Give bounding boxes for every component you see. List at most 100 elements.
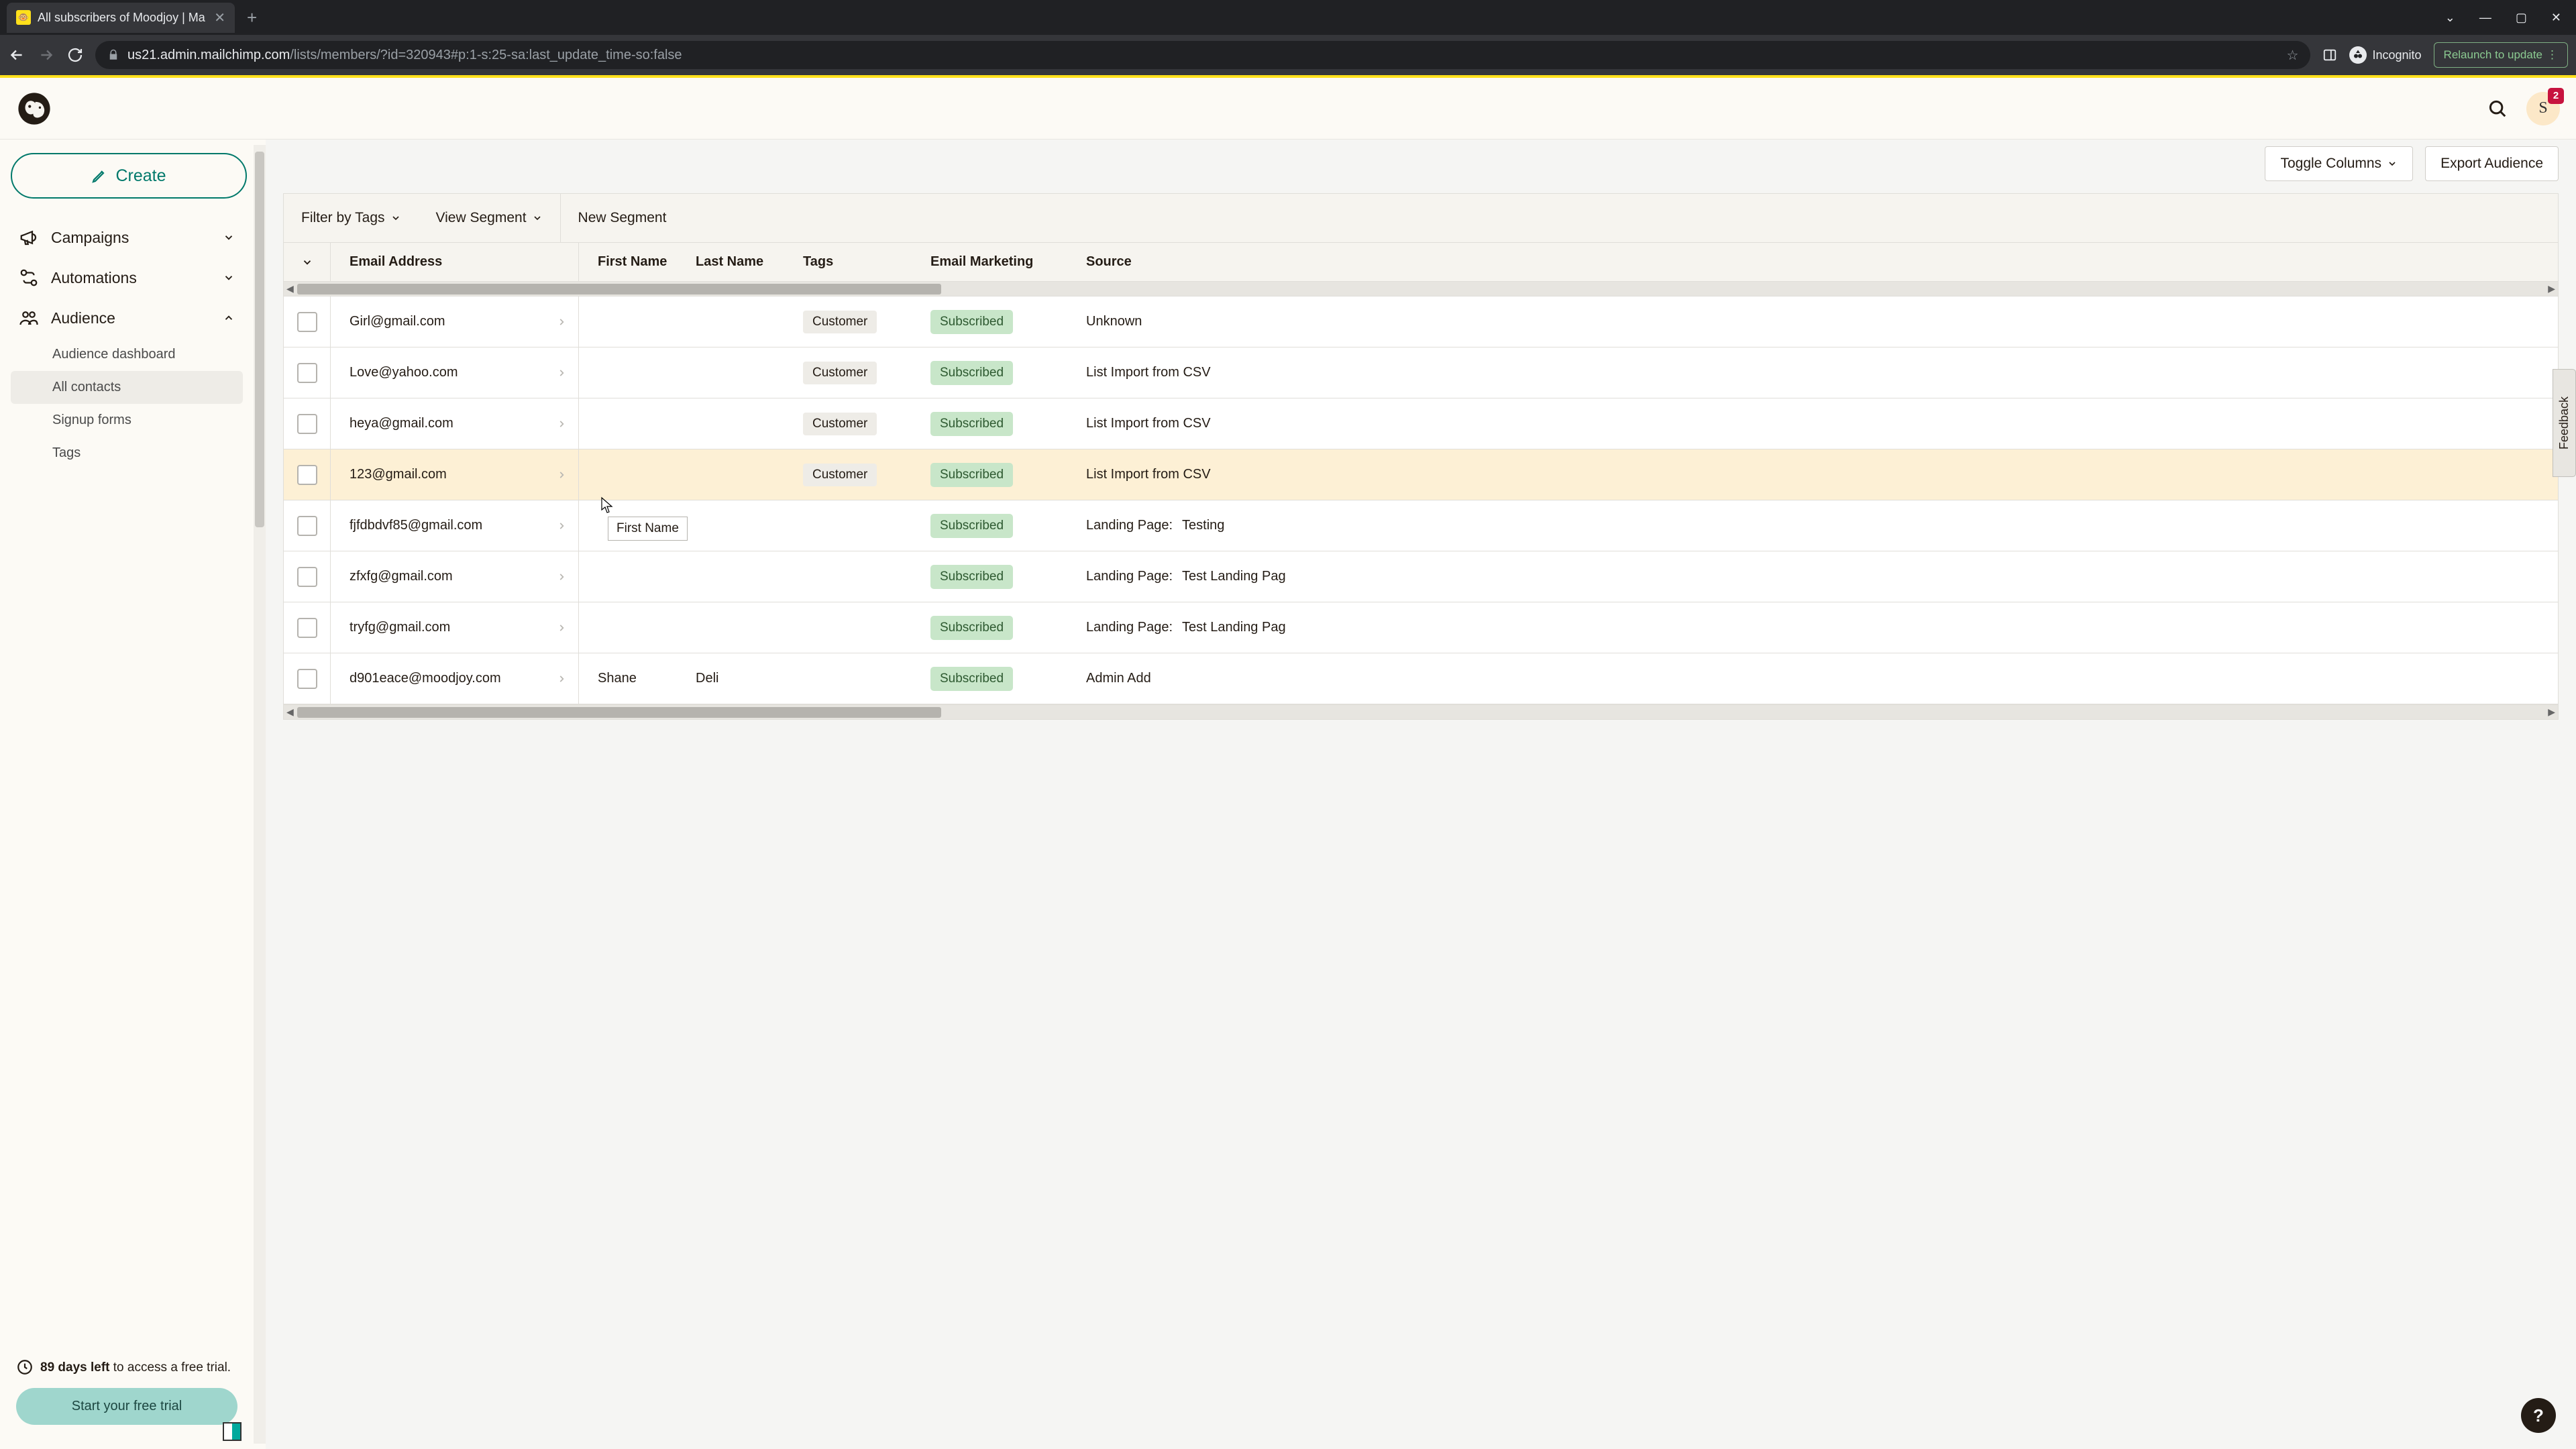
row-email-cell[interactable]: tryfg@gmail.com <box>331 602 579 653</box>
help-button[interactable]: ? <box>2521 1398 2556 1433</box>
megaphone-icon <box>19 227 39 248</box>
table-row[interactable]: Love@yahoo.com Customer Subscribed List … <box>284 347 2558 398</box>
row-email-cell[interactable]: zfxfg@gmail.com <box>331 551 579 602</box>
table-row[interactable]: tryfg@gmail.com Subscribed Landing Page:… <box>284 602 2558 653</box>
table-row[interactable]: zfxfg@gmail.com Subscribed Landing Page:… <box>284 551 2558 602</box>
reload-button[interactable] <box>67 47 83 63</box>
start-trial-button[interactable]: Start your free trial <box>16 1388 237 1425</box>
row-tags: Customer <box>794 413 921 435</box>
chevron-right-icon[interactable] <box>557 368 566 378</box>
column-first-name[interactable]: First Name <box>579 254 686 270</box>
column-tags[interactable]: Tags <box>794 254 921 270</box>
view-segment-button[interactable]: View Segment <box>419 194 560 242</box>
sidebar-sub-audience-dashboard[interactable]: Audience dashboard <box>11 338 243 371</box>
hscroll-thumb[interactable] <box>297 707 941 718</box>
table-row[interactable]: heya@gmail.com Customer Subscribed List … <box>284 398 2558 449</box>
tag-pill[interactable]: Customer <box>803 413 877 435</box>
chevron-right-icon[interactable] <box>557 623 566 633</box>
sidebar-scrollbar[interactable] <box>254 145 266 1444</box>
tag-pill[interactable]: Customer <box>803 362 877 384</box>
create-button[interactable]: Create <box>11 153 247 199</box>
row-checkbox[interactable] <box>297 618 317 638</box>
scroll-right-icon[interactable]: ▶ <box>2548 706 2555 718</box>
new-segment-button[interactable]: New Segment <box>561 194 684 242</box>
panel-icon[interactable] <box>2322 48 2337 62</box>
search-icon[interactable] <box>2487 99 2508 119</box>
chevron-right-icon[interactable] <box>557 572 566 582</box>
row-checkbox[interactable] <box>297 567 317 587</box>
chevron-right-icon[interactable] <box>557 521 566 531</box>
row-checkbox[interactable] <box>297 363 317 383</box>
toggle-columns-button[interactable]: Toggle Columns <box>2265 146 2413 181</box>
filter-by-tags-button[interactable]: Filter by Tags <box>284 194 419 242</box>
theme-toggle-icon[interactable] <box>223 1422 241 1441</box>
column-email[interactable]: Email Address <box>331 243 579 281</box>
lock-icon <box>107 49 119 61</box>
horizontal-scrollbar[interactable]: ◀ ▶ <box>284 282 2558 297</box>
scroll-right-icon[interactable]: ▶ <box>2548 283 2555 294</box>
row-email-cell[interactable]: 123@gmail.com <box>331 449 579 500</box>
row-email-cell[interactable]: heya@gmail.com <box>331 398 579 449</box>
feedback-tab[interactable]: Feedback <box>2553 369 2576 477</box>
chevron-down-icon[interactable]: ⌄ <box>2445 11 2455 25</box>
chevron-down-icon <box>390 213 401 223</box>
row-email-cell[interactable]: Love@yahoo.com <box>331 347 579 398</box>
back-button[interactable] <box>8 46 25 64</box>
chevron-down-icon <box>223 272 235 284</box>
chevron-right-icon[interactable] <box>557 674 566 684</box>
url-text: us21.admin.mailchimp.com/lists/members/?… <box>127 48 2279 63</box>
horizontal-scrollbar-bottom[interactable]: ◀ ▶ <box>284 704 2558 719</box>
sidebar-sub-all-contacts[interactable]: All contacts <box>11 371 243 404</box>
scroll-left-icon[interactable]: ◀ <box>286 706 294 718</box>
chevron-up-icon <box>223 312 235 324</box>
export-audience-button[interactable]: Export Audience <box>2425 146 2559 181</box>
row-checkbox[interactable] <box>297 669 317 689</box>
tab-close-icon[interactable]: ✕ <box>214 9 225 26</box>
row-checkbox[interactable] <box>297 465 317 485</box>
sidebar-sub-tags[interactable]: Tags <box>11 437 243 470</box>
status-badge: Subscribed <box>930 412 1013 436</box>
hscroll-thumb[interactable] <box>297 284 941 294</box>
sidebar-sub-signup-forms[interactable]: Signup forms <box>11 404 243 437</box>
select-all-toggle[interactable] <box>284 243 331 281</box>
mailchimp-logo[interactable] <box>16 91 52 127</box>
row-source: Landing Page:Test Landing Pag <box>1069 620 2558 635</box>
row-checkbox[interactable] <box>297 516 317 536</box>
relaunch-button[interactable]: Relaunch to update ⋮ <box>2434 42 2568 68</box>
row-checkbox[interactable] <box>297 414 317 434</box>
app-body: Create Campaigns Automations Audience Au… <box>0 140 2576 1449</box>
column-email-marketing[interactable]: Email Marketing <box>921 254 1069 270</box>
sidebar-item-audience[interactable]: Audience <box>11 298 243 338</box>
row-source: Unknown <box>1069 314 2558 329</box>
row-email-cell[interactable]: fjfdbdvf85@gmail.com <box>331 500 579 551</box>
row-email-cell[interactable]: Girl@gmail.com <box>331 297 579 347</box>
row-checkbox[interactable] <box>297 312 317 332</box>
table-row[interactable]: d901eace@moodjoy.com Shane Deli Subscrib… <box>284 653 2558 704</box>
browser-tab[interactable]: 🐵 All subscribers of Moodjoy | Ma ✕ <box>7 3 235 33</box>
forward-button[interactable] <box>38 46 55 64</box>
table-row[interactable]: 123@gmail.com Customer Subscribed List I… <box>284 449 2558 500</box>
scroll-left-icon[interactable]: ◀ <box>286 283 294 294</box>
chevron-right-icon[interactable] <box>557 317 566 327</box>
url-input[interactable]: us21.admin.mailchimp.com/lists/members/?… <box>95 41 2310 69</box>
row-email-cell[interactable]: d901eace@moodjoy.com <box>331 653 579 704</box>
sidebar-item-campaigns[interactable]: Campaigns <box>11 217 243 258</box>
chevron-right-icon[interactable] <box>557 470 566 480</box>
row-first-name: Shane <box>579 671 686 686</box>
email-text: 123@gmail.com <box>350 467 447 482</box>
new-tab-button[interactable]: + <box>247 7 257 28</box>
tag-pill[interactable]: Customer <box>803 464 877 486</box>
status-badge: Subscribed <box>930 310 1013 334</box>
minimize-icon[interactable]: — <box>2479 11 2491 25</box>
maximize-icon[interactable]: ▢ <box>2516 11 2527 25</box>
table-row[interactable]: Girl@gmail.com Customer Subscribed Unkno… <box>284 297 2558 347</box>
column-last-name[interactable]: Last Name <box>686 254 794 270</box>
chevron-right-icon[interactable] <box>557 419 566 429</box>
sidebar-item-automations[interactable]: Automations <box>11 258 243 298</box>
email-text: d901eace@moodjoy.com <box>350 671 501 686</box>
sidebar-scroll-thumb[interactable] <box>255 152 264 527</box>
column-source[interactable]: Source <box>1069 254 2558 270</box>
close-window-icon[interactable]: ✕ <box>2551 11 2561 25</box>
bookmark-icon[interactable]: ☆ <box>2287 47 2299 64</box>
tag-pill[interactable]: Customer <box>803 311 877 333</box>
